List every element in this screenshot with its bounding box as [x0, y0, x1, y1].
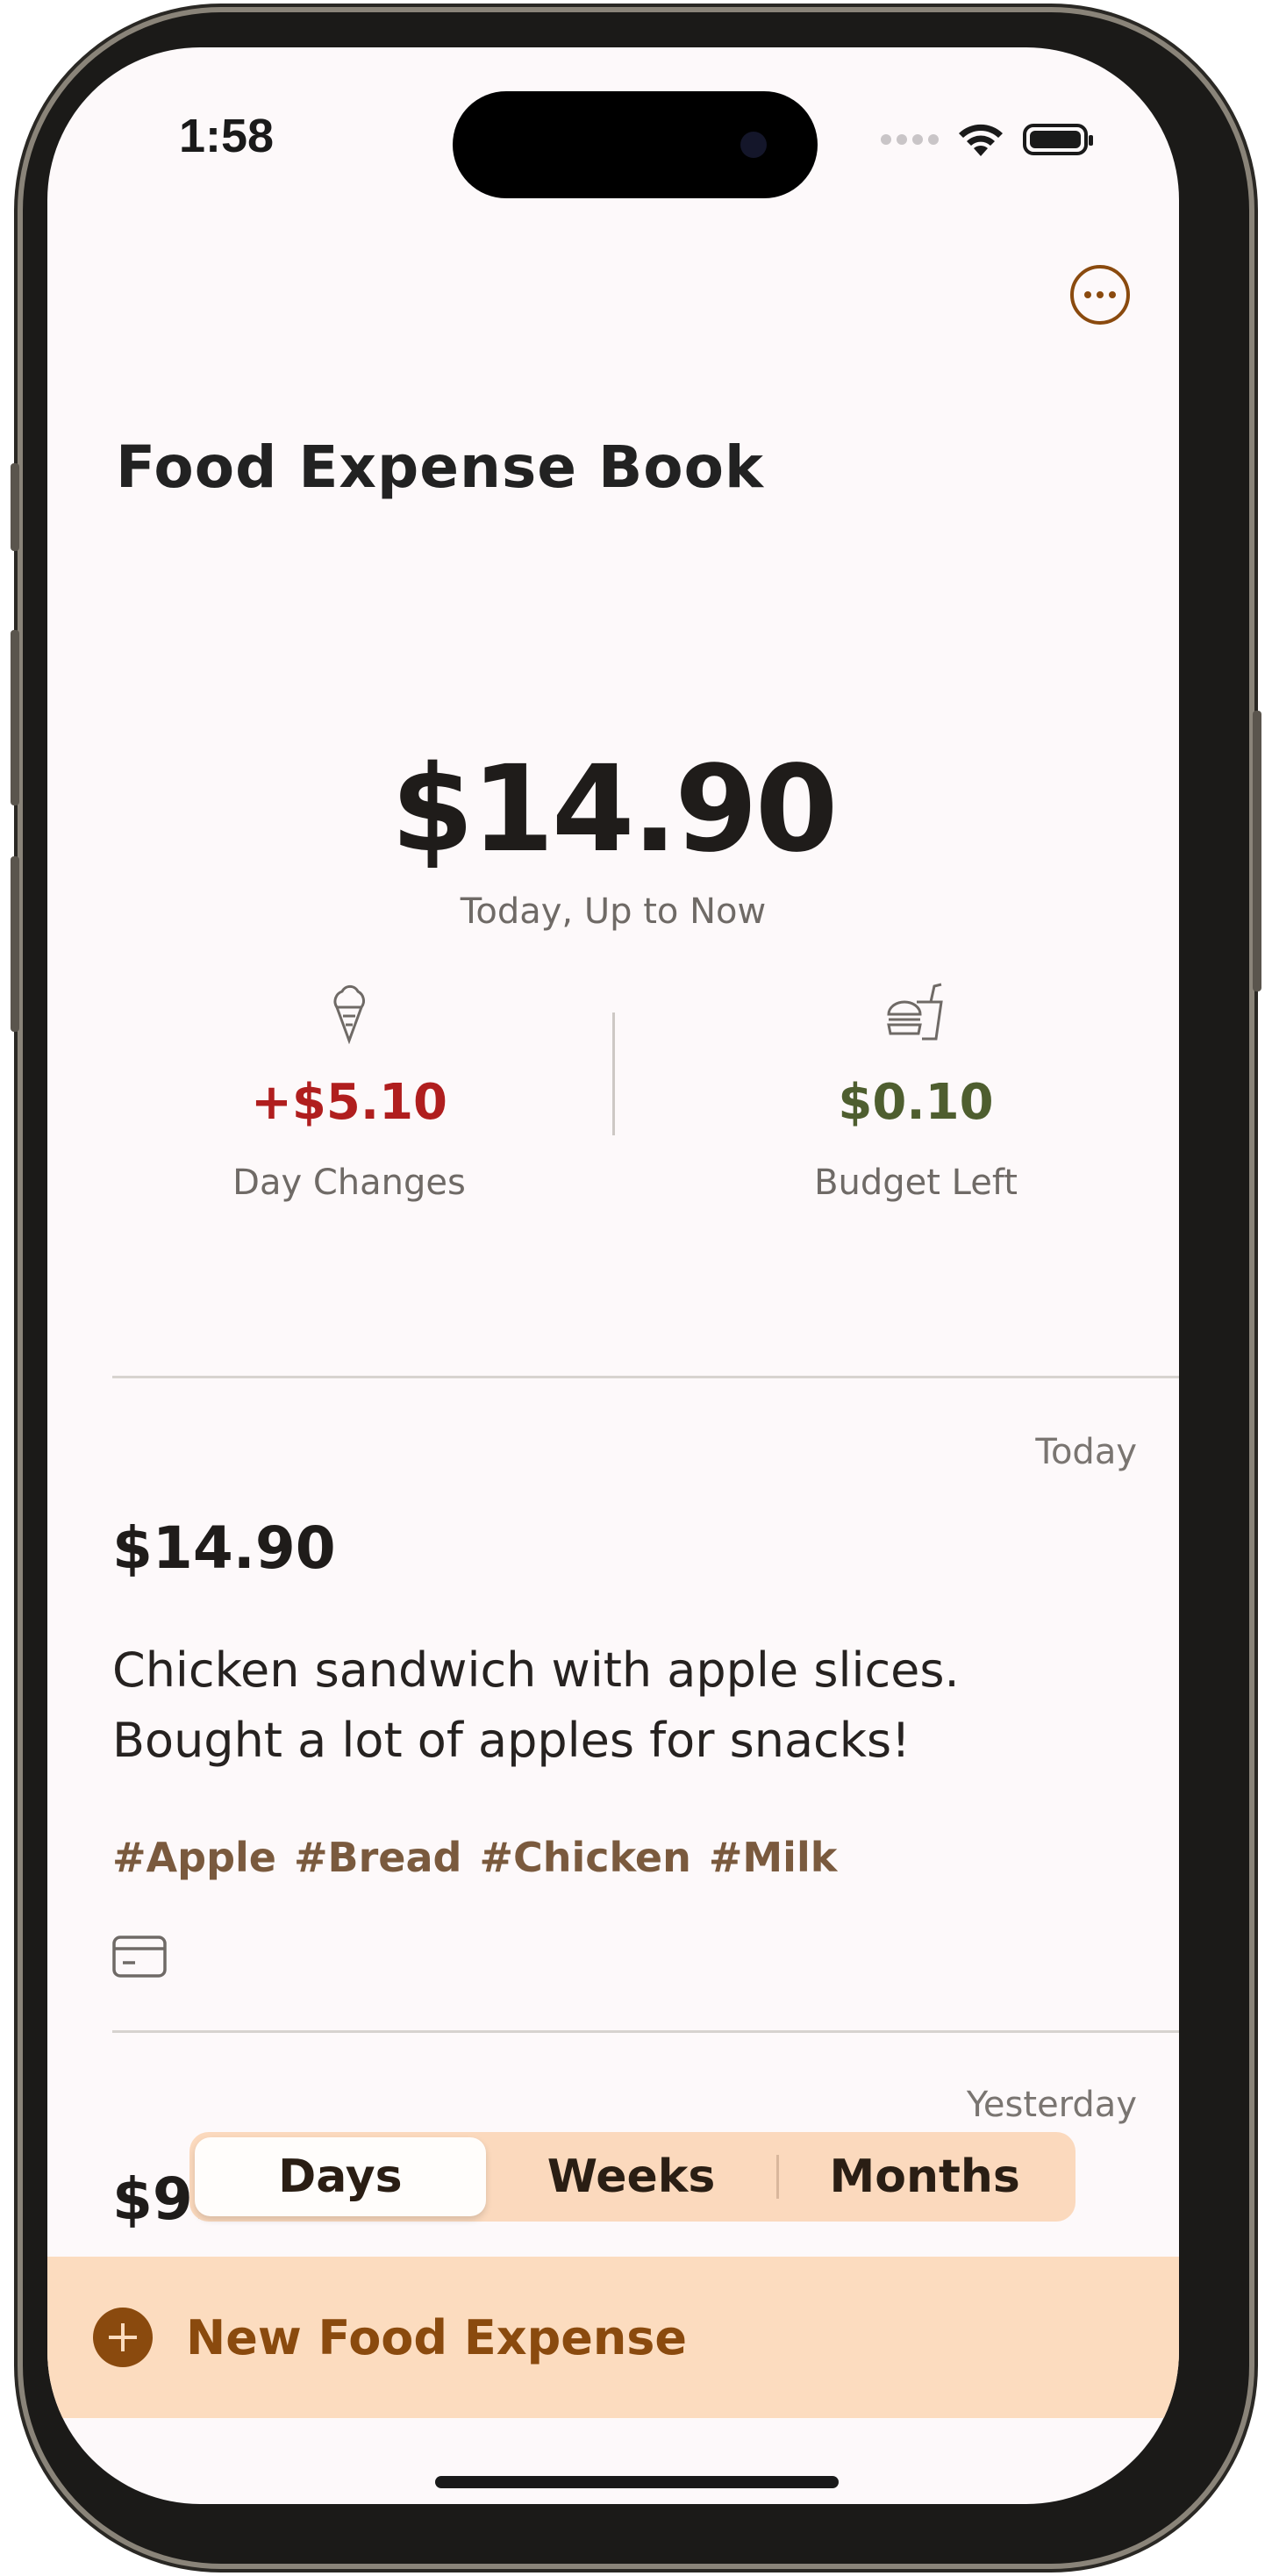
entry-divider	[112, 2030, 1179, 2033]
power-button	[1253, 711, 1261, 991]
new-expense-label: New Food Expense	[186, 2309, 688, 2365]
day-changes-stat: +$5.10 Day Changes	[174, 981, 525, 1203]
budget-left-value: $0.10	[838, 1074, 994, 1131]
plus-circle-icon	[93, 2308, 153, 2367]
dynamic-island	[453, 91, 818, 198]
fast-food-icon	[887, 983, 943, 1041]
status-time: 1:58	[179, 110, 275, 162]
app-screen: 1:58 Food Expense Book $14.90 Today, Up …	[47, 47, 1179, 2504]
wifi-icon	[959, 124, 1003, 156]
new-expense-button[interactable]: New Food Expense	[47, 2257, 1179, 2418]
today-total-caption: Today, Up to Now	[460, 891, 767, 932]
segment-days[interactable]: Days	[195, 2137, 486, 2216]
entry-amount[interactable]: $14.90	[112, 1514, 336, 1582]
range-segmented-control: Days Weeks Months	[189, 2132, 1075, 2222]
entry-date: Today	[1035, 1432, 1137, 1472]
credit-card-icon	[112, 1936, 167, 1978]
action-button	[11, 463, 19, 551]
more-options-button[interactable]	[1070, 265, 1130, 325]
home-indicator[interactable]	[435, 2476, 839, 2488]
entry-divider	[112, 1376, 1179, 1378]
day-changes-label: Day Changes	[232, 1163, 466, 1203]
battery-icon	[1023, 124, 1093, 155]
segment-weeks[interactable]: Weeks	[486, 2137, 777, 2216]
budget-left-label: Budget Left	[814, 1163, 1018, 1203]
volume-down-button	[11, 856, 19, 1032]
today-total-amount: $14.90	[390, 741, 839, 879]
page-title: Food Expense Book	[116, 433, 764, 501]
signal-icon	[881, 134, 939, 145]
ice-cream-icon	[333, 984, 365, 1044]
stat-divider	[612, 1013, 615, 1135]
budget-left-stat: $0.10 Budget Left	[740, 981, 1091, 1203]
entry-date: Yesterday	[966, 2085, 1137, 2125]
volume-up-button	[11, 630, 19, 805]
entry-note[interactable]: Chicken sandwich with apple slices. Boug…	[112, 1635, 1139, 1776]
entry-tags[interactable]: #Apple #Bread #Chicken #Milk	[112, 1834, 837, 1881]
day-changes-value: +$5.10	[250, 1074, 448, 1131]
segment-months[interactable]: Months	[779, 2137, 1070, 2216]
status-icons	[881, 121, 1093, 158]
